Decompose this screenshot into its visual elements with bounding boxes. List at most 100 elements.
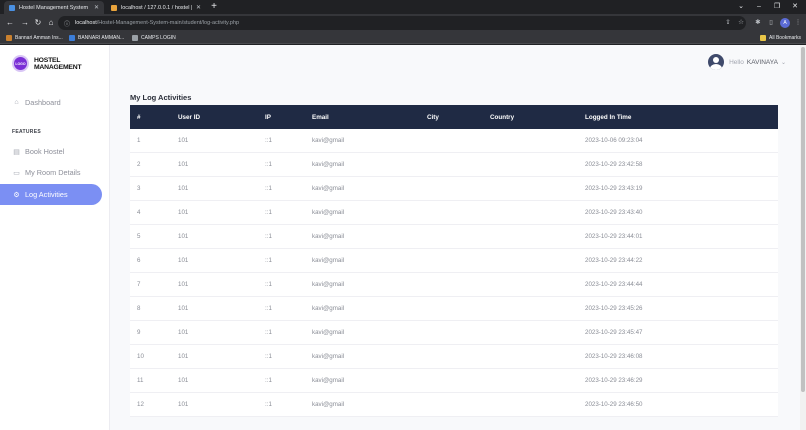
cell-email: kavi@gmail [312,137,345,144]
all-bookmarks-label: All Bookmarks [769,35,801,41]
cell-logged-in-time: 2023-10-29 23:44:44 [585,281,643,288]
table-header: # User ID IP Email City Country Logged I… [130,105,778,129]
sidebar-item-label: My Room Details [25,168,81,177]
sidebar-item-log-activities[interactable]: ⚙ Log Activities [0,184,102,205]
cell-email: kavi@gmail [312,353,345,360]
cell-user-id: 101 [178,377,189,384]
column-header-country[interactable]: Country [490,114,585,121]
url-path: /Hostel-Management-System-main/student/l… [96,20,240,26]
column-header-ip[interactable]: IP [265,114,312,121]
cell-user-id: 101 [178,185,189,192]
url-host: localhost [75,20,97,26]
brand-logo-text: LOGO [15,61,26,66]
cell-ip: ::1 [265,281,272,288]
tab-favicon-icon [9,4,15,11]
sidebar-item-room-details[interactable]: ▭ My Room Details [0,162,102,183]
sidebar-item-label: Dashboard [25,98,61,107]
bookmark-favicon-icon [6,35,12,41]
forward-icon[interactable]: → [18,16,32,30]
tab-search-icon[interactable]: ⌄ [734,0,748,14]
page-title: My Log Activities [130,93,192,102]
bookmark-label: CAMPS LOGIN [141,35,176,41]
log-activity-table: # User ID IP Email City Country Logged I… [130,105,778,417]
bookmark-item[interactable]: CAMPS LOGIN [132,33,176,43]
user-name: KAVINAYA [746,58,778,66]
close-window-icon[interactable]: ✕ [788,0,802,14]
cell-user-id: 101 [178,305,189,312]
table-row: 5 101::1 kavi@gmail 2023-10-29 23:44:01 [130,225,778,249]
cell-logged-in-time: 2023-10-29 23:46:50 [585,401,643,408]
cell-email: kavi@gmail [312,233,345,240]
cell-number: 8 [137,305,141,312]
cell-number: 2 [137,161,141,168]
share-icon[interactable]: ⇪ [722,17,734,29]
column-header-user-id[interactable]: User ID [178,114,265,121]
side-panel-icon[interactable]: ▯ [765,17,777,29]
table-row: 11 101::1 kavi@gmail 2023-10-29 23:46:29 [130,369,778,393]
sidebar-item-book-hostel[interactable]: ▤ Book Hostel [0,141,102,162]
cell-ip: ::1 [265,329,272,336]
minimize-icon[interactable]: – [752,0,766,14]
cell-logged-in-time: 2023-10-29 23:44:01 [585,233,643,240]
column-header-number[interactable]: # [130,114,178,121]
cell-user-id: 101 [178,233,189,240]
address-bar[interactable]: ⓘ localhost/Hostel-Management-System-mai… [58,16,746,30]
bookmark-item[interactable]: BANNARI AMMAN... [69,33,124,43]
cell-logged-in-time: 2023-10-29 23:46:08 [585,353,643,360]
home-icon[interactable]: ⌂ [44,16,58,30]
new-tab-button[interactable]: + [208,1,220,13]
app-viewport: LOGO HOSTEL MANAGEMENT ⌂ Dashboard FEATU… [0,45,806,430]
cell-logged-in-time: 2023-10-29 23:42:58 [585,161,643,168]
brand[interactable]: LOGO HOSTEL MANAGEMENT [12,55,109,72]
menu-icon[interactable]: ⋮ [792,17,804,29]
tab-close-icon[interactable]: ✕ [94,4,99,11]
folder-icon [760,35,766,41]
cell-ip: ::1 [265,185,272,192]
cell-email: kavi@gmail [312,305,345,312]
user-menu[interactable]: Hello KAVINAYA ⌄ [708,54,786,70]
browser-tab-phpmyadmin[interactable]: localhost / 127.0.0.1 / hostel | p ✕ [106,1,206,14]
cell-logged-in-time: 2023-10-29 23:44:22 [585,257,643,264]
cell-logged-in-time: 2023-10-29 23:45:47 [585,329,643,336]
cell-user-id: 101 [178,353,189,360]
column-header-email[interactable]: Email [312,114,427,121]
cell-number: 10 [137,353,144,360]
tab-title: localhost / 127.0.0.1 / hostel | p [121,4,192,11]
cell-ip: ::1 [265,137,272,144]
bookmark-star-icon[interactable]: ☆ [735,17,747,29]
home-icon: ⌂ [14,99,19,106]
column-header-logged-in-time[interactable]: Logged In Time [585,114,778,121]
profile-avatar[interactable]: A [780,18,790,28]
scrollbar-thumb[interactable] [801,47,805,392]
sidebar-item-dashboard[interactable]: ⌂ Dashboard [0,92,102,113]
tab-title: Hostel Management System [19,4,89,11]
cell-logged-in-time: 2023-10-29 23:45:26 [585,305,643,312]
cell-number: 12 [137,401,144,408]
table-row: 2 101::1 kavi@gmail 2023-10-29 23:42:58 [130,153,778,177]
cell-ip: ::1 [265,233,272,240]
reload-icon[interactable]: ↻ [31,16,45,30]
cogs-icon: ⚙ [13,191,20,199]
maximize-icon[interactable]: ❐ [770,0,784,14]
table-row: 6 101::1 kavi@gmail 2023-10-29 23:44:22 [130,249,778,273]
cell-ip: ::1 [265,209,272,216]
browser-tab-hostel[interactable]: Hostel Management System ✕ [4,1,104,14]
cell-email: kavi@gmail [312,161,345,168]
chevron-down-icon: ⌄ [780,59,786,66]
page-scrollbar[interactable] [800,45,806,430]
extensions-icon[interactable]: ✱ [752,17,764,29]
column-header-city[interactable]: City [427,114,490,121]
brand-name: HOSTEL MANAGEMENT [33,56,82,71]
site-info-icon[interactable]: ⓘ [64,19,70,28]
all-bookmarks[interactable]: All Bookmarks [760,33,801,43]
cell-email: kavi@gmail [312,281,345,288]
topbar: Hello KAVINAYA ⌄ [110,45,800,81]
tab-close-icon[interactable]: ✕ [196,4,201,11]
back-icon[interactable]: ← [3,16,17,30]
browser-toolbar: ← → ↻ ⌂ ⓘ localhost/Hostel-Management-Sy… [0,14,806,32]
cell-user-id: 101 [178,281,189,288]
table-row: 10 101::1 kavi@gmail 2023-10-29 23:46:08 [130,345,778,369]
sidebar-item-label: Book Hostel [25,147,65,156]
bookmark-item[interactable]: Bannari Amman Ins... [6,33,63,43]
bookmarks-bar: Bannari Amman Ins... BANNARI AMMAN... CA… [0,32,806,44]
